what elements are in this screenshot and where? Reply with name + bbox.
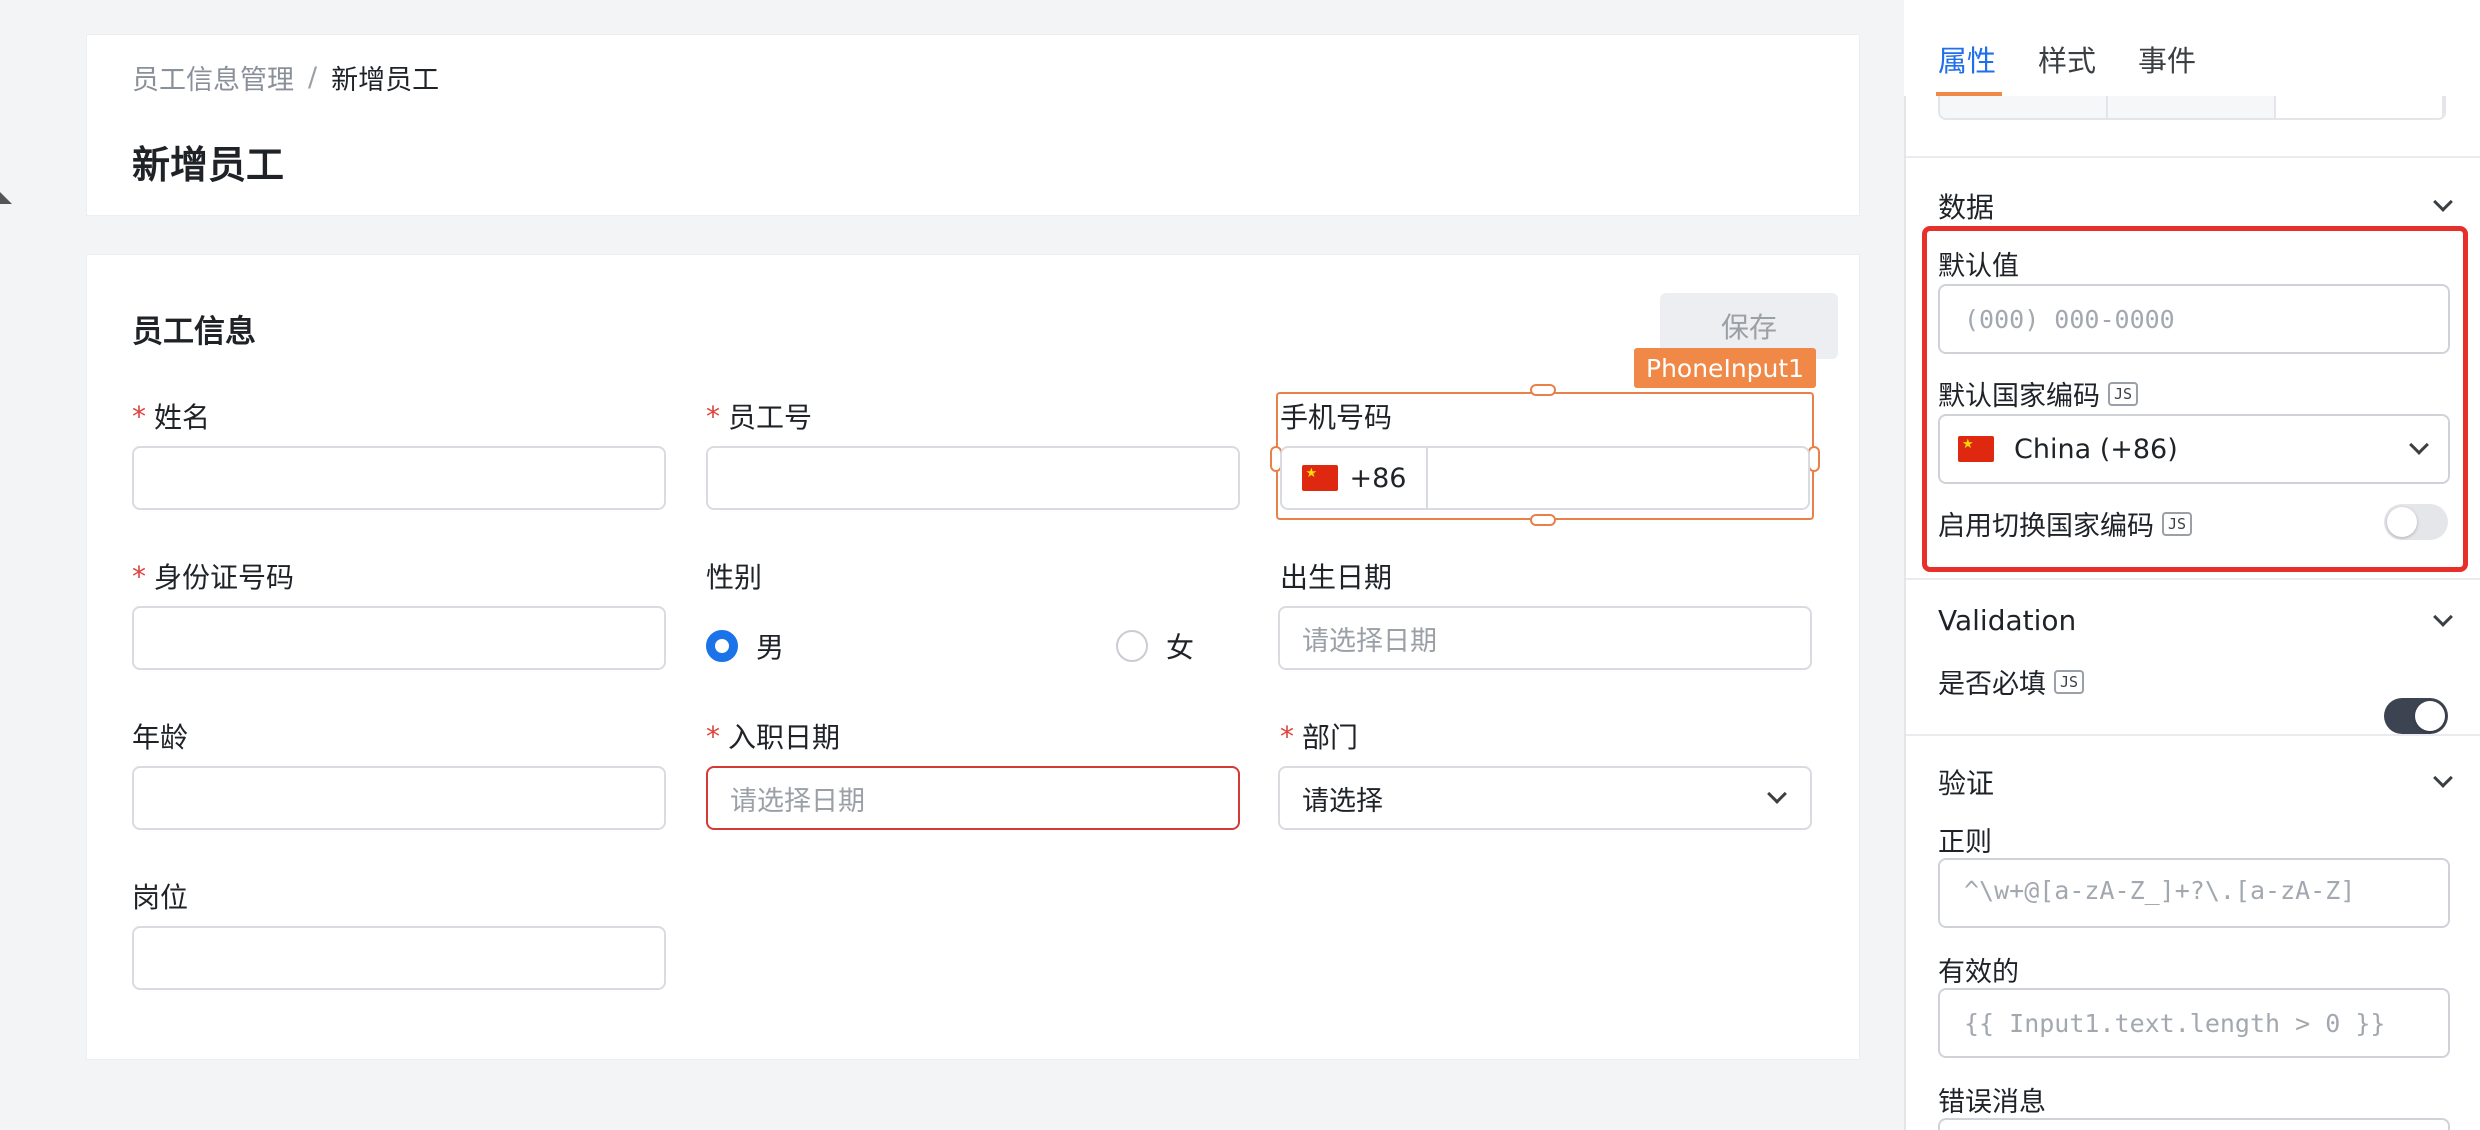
department-select[interactable]: 请选择 <box>1278 766 1812 830</box>
required-mark: * <box>132 559 146 593</box>
department-label-text: 部门 <box>1302 721 1359 754</box>
tab-events[interactable]: 事件 <box>2138 38 2196 80</box>
breadcrumb-separator: / <box>308 62 318 93</box>
chevron-down-icon <box>2433 192 2453 212</box>
radio-unchecked-icon[interactable] <box>1116 630 1148 662</box>
age-label: 年龄 <box>132 721 189 754</box>
page-title: 新增员工 <box>132 143 285 187</box>
error-message-label: 错误消息 <box>1938 1087 2046 1118</box>
chevron-down-icon <box>2433 768 2453 788</box>
birth-date-label: 出生日期 <box>1280 561 1393 594</box>
required-mark: * <box>1280 719 1294 753</box>
required-label: 是否必填 JS <box>1938 662 2085 701</box>
department-select-value: 请选择 <box>1302 785 1383 817</box>
validation-section-title: Validation <box>1938 604 2077 637</box>
name-input[interactable] <box>132 446 666 510</box>
breadcrumb-parent[interactable]: 员工信息管理 <box>132 58 294 97</box>
cursor-icon <box>0 192 12 204</box>
hire-date-label: * 入职日期 <box>706 716 840 756</box>
resize-handle-top[interactable] <box>1530 384 1556 396</box>
required-mark: * <box>132 399 146 433</box>
verify-section-title: 验证 <box>1938 767 1995 800</box>
required-toggle[interactable] <box>2384 698 2448 734</box>
hire-date-input[interactable]: 请选择日期 <box>706 766 1240 830</box>
china-flag-icon <box>1301 465 1338 491</box>
form-section-title: 员工信息 <box>132 314 256 350</box>
id-card-label: * 身份证号码 <box>132 556 294 596</box>
employee-no-label-text: 员工号 <box>728 401 813 434</box>
gender-label: 性别 <box>706 561 763 594</box>
breadcrumb-current: 新增员工 <box>331 65 440 96</box>
component-name-tag: PhoneInput1 <box>1634 348 1817 388</box>
verify-section-header[interactable]: 验证 <box>1938 762 2453 802</box>
data-section-title: 数据 <box>1938 191 1995 224</box>
birth-date-input[interactable]: 请选择日期 <box>1278 606 1812 670</box>
employee-no-label: * 员工号 <box>706 396 812 436</box>
resize-handle-bottom[interactable] <box>1530 514 1556 526</box>
left-gutter <box>0 0 36 1130</box>
tab-properties[interactable]: 属性 <box>1938 38 1996 80</box>
required-label-text: 是否必填 <box>1938 669 2046 700</box>
age-input[interactable] <box>132 766 666 830</box>
gender-female-label: 女 <box>1166 631 1195 664</box>
js-toggle-badge[interactable]: JS <box>2054 669 2085 694</box>
radio-checked-icon[interactable] <box>706 630 738 662</box>
valid-input[interactable]: {{ Input1.text.length > 0 }} <box>1938 988 2450 1058</box>
hire-date-label-text: 入职日期 <box>728 721 841 754</box>
name-label-text: 姓名 <box>154 401 211 434</box>
department-label: * 部门 <box>1280 716 1358 756</box>
position-label: 岗位 <box>132 881 189 914</box>
id-card-label-text: 身份证号码 <box>154 561 295 594</box>
data-section-header[interactable]: 数据 <box>1938 186 2453 226</box>
required-mark: * <box>706 719 720 753</box>
active-tab-indicator <box>1936 92 2002 96</box>
validation-section-header[interactable]: Validation <box>1938 604 2453 637</box>
required-mark: * <box>706 399 720 433</box>
phone-label: 手机号码 <box>1280 401 1393 434</box>
panel-divider <box>1906 734 2480 736</box>
panel-divider <box>1906 156 2480 158</box>
valid-label: 有效的 <box>1938 957 2019 988</box>
error-message-input[interactable] <box>1938 1118 2450 1130</box>
gender-male-label: 男 <box>756 631 785 664</box>
regex-label: 正则 <box>1938 827 1992 858</box>
employee-no-input[interactable] <box>706 446 1240 510</box>
phone-country-selector[interactable]: +86 <box>1282 448 1428 508</box>
id-card-input[interactable] <box>132 606 666 670</box>
highlight-box <box>1922 226 2468 572</box>
gender-female-option[interactable]: 女 <box>1116 626 1194 666</box>
phone-country-code: +86 <box>1349 462 1407 494</box>
breadcrumb: 员工信息管理 / 新增员工 <box>132 58 439 97</box>
position-input[interactable] <box>132 926 666 990</box>
chevron-down-icon <box>1767 784 1787 804</box>
gender-male-option[interactable]: 男 <box>706 626 784 666</box>
tab-styles[interactable]: 样式 <box>2038 38 2096 80</box>
regex-input[interactable]: ^\w+@[a-zA-Z_]+?\.[a-zA-Z] <box>1938 858 2450 928</box>
name-label: * 姓名 <box>132 396 210 436</box>
panel-divider <box>1906 578 2480 580</box>
phone-number-field[interactable] <box>1428 448 1808 508</box>
panel-tabs: 属性 样式 事件 <box>1938 38 2196 80</box>
chevron-down-icon <box>2433 606 2453 627</box>
phone-input[interactable]: +86 <box>1280 446 1810 510</box>
